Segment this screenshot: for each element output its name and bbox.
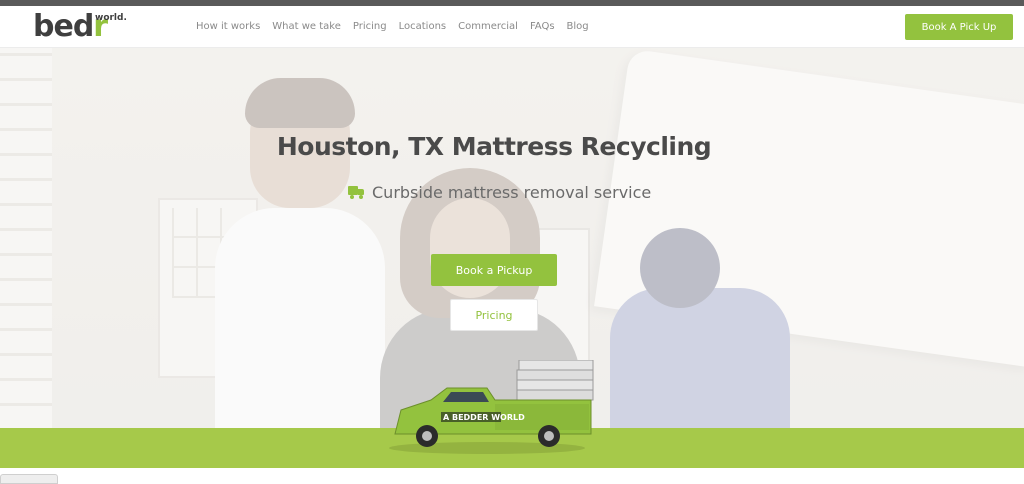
hero-subtitle: Curbside mattress removal service	[348, 180, 651, 204]
site-header: bedr world. How it works What we take Pr…	[0, 6, 1024, 48]
nav-blog[interactable]: Blog	[567, 20, 589, 36]
nav-locations[interactable]: Locations	[399, 20, 447, 36]
main-nav: How it works What we take Pricing Locati…	[196, 20, 589, 36]
nav-pricing[interactable]: Pricing	[353, 20, 387, 36]
logo-suffix: world.	[95, 13, 127, 23]
bottom-tab	[0, 474, 58, 484]
page-title: Houston, TX Mattress Recycling	[276, 132, 712, 161]
hero-subtitle-text: Curbside mattress removal service	[372, 182, 652, 202]
truck-illustration: A BEDDER WORLD	[389, 360, 594, 454]
logo-wordmark-main: bed	[33, 9, 94, 44]
bottom-strip	[0, 468, 1024, 481]
truck-cargo-mattresses	[516, 360, 594, 401]
book-pickup-header-button[interactable]: Book A Pick Up	[905, 14, 1013, 40]
truck-icon	[348, 185, 364, 199]
truck-door-text: A BEDDER WORLD	[443, 413, 525, 422]
pricing-button[interactable]: Pricing	[450, 299, 538, 331]
nav-how-it-works[interactable]: How it works	[196, 20, 260, 36]
nav-what-we-take[interactable]: What we take	[272, 20, 341, 36]
logo[interactable]: bedr world.	[33, 10, 133, 44]
book-pickup-button[interactable]: Book a Pickup	[431, 254, 557, 286]
nav-faqs[interactable]: FAQs	[530, 20, 555, 36]
nav-commercial[interactable]: Commercial	[458, 20, 518, 36]
